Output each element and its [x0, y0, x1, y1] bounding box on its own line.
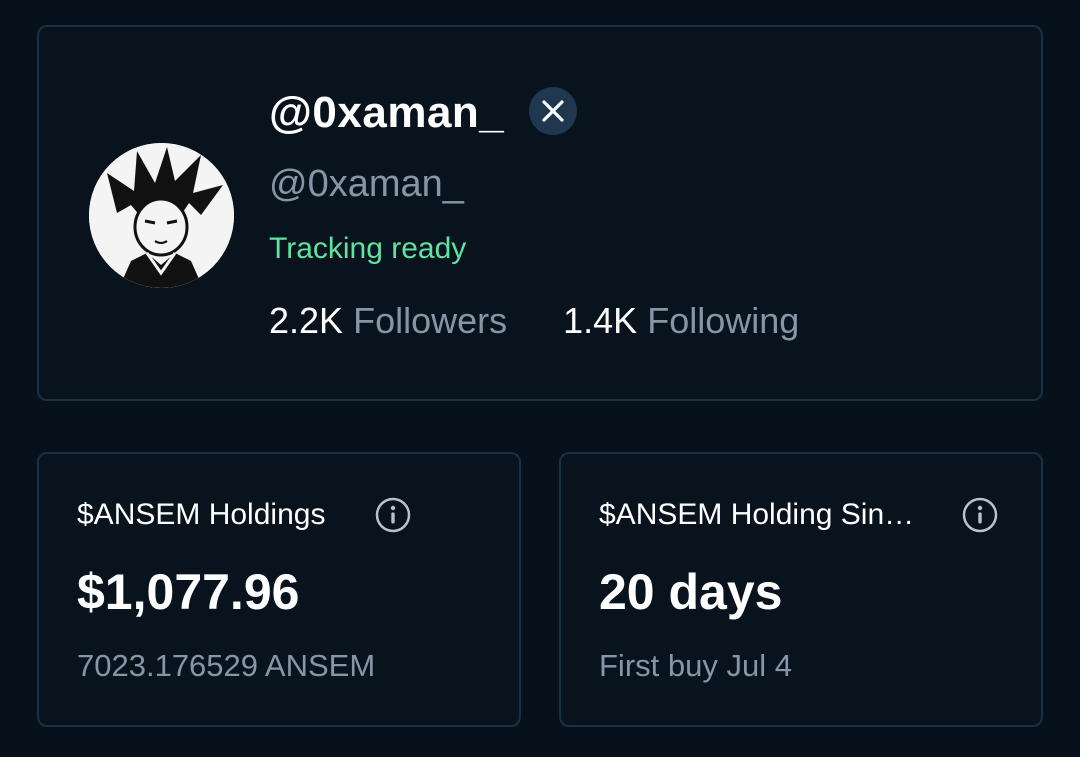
profile-card: @0xaman_ @0xaman_ Tracking ready 2.2K Fo…	[37, 25, 1043, 401]
followers-label: Followers	[353, 300, 508, 341]
avatar[interactable]	[89, 143, 234, 288]
following-label: Following	[647, 300, 800, 341]
followers-stat[interactable]: 2.2K Followers	[269, 299, 507, 343]
holdings-card: $ANSEM Holdings $1,077.96 7023.176529 AN…	[37, 452, 521, 727]
holdings-amount: 7023.176529 ANSEM	[77, 648, 376, 683]
info-icon[interactable]	[962, 497, 998, 533]
holdings-value: $1,077.96	[77, 564, 300, 620]
following-stat[interactable]: 1.4K Following	[563, 299, 799, 343]
display-name[interactable]: @0xaman_	[269, 83, 504, 143]
following-count: 1.4K	[563, 300, 638, 341]
info-icon[interactable]	[375, 497, 411, 533]
holding-since-card: $ANSEM Holding Sin… 20 days First buy Ju…	[559, 452, 1043, 727]
holdings-title: $ANSEM Holdings	[77, 498, 326, 531]
tracking-status: Tracking ready	[269, 232, 467, 265]
avatar-illustration	[89, 143, 234, 288]
page: @0xaman_ @0xaman_ Tracking ready 2.2K Fo…	[0, 0, 1080, 757]
follow-stats: 2.2K Followers 1.4K Following	[269, 299, 799, 343]
first-buy-date: First buy Jul 4	[599, 648, 792, 683]
profile-handle[interactable]: @0xaman_	[269, 161, 464, 207]
followers-count: 2.2K	[269, 300, 344, 341]
holding-since-value: 20 days	[599, 564, 783, 620]
holding-since-title: $ANSEM Holding Sin…	[599, 498, 915, 531]
x-logo-icon[interactable]	[529, 87, 577, 135]
